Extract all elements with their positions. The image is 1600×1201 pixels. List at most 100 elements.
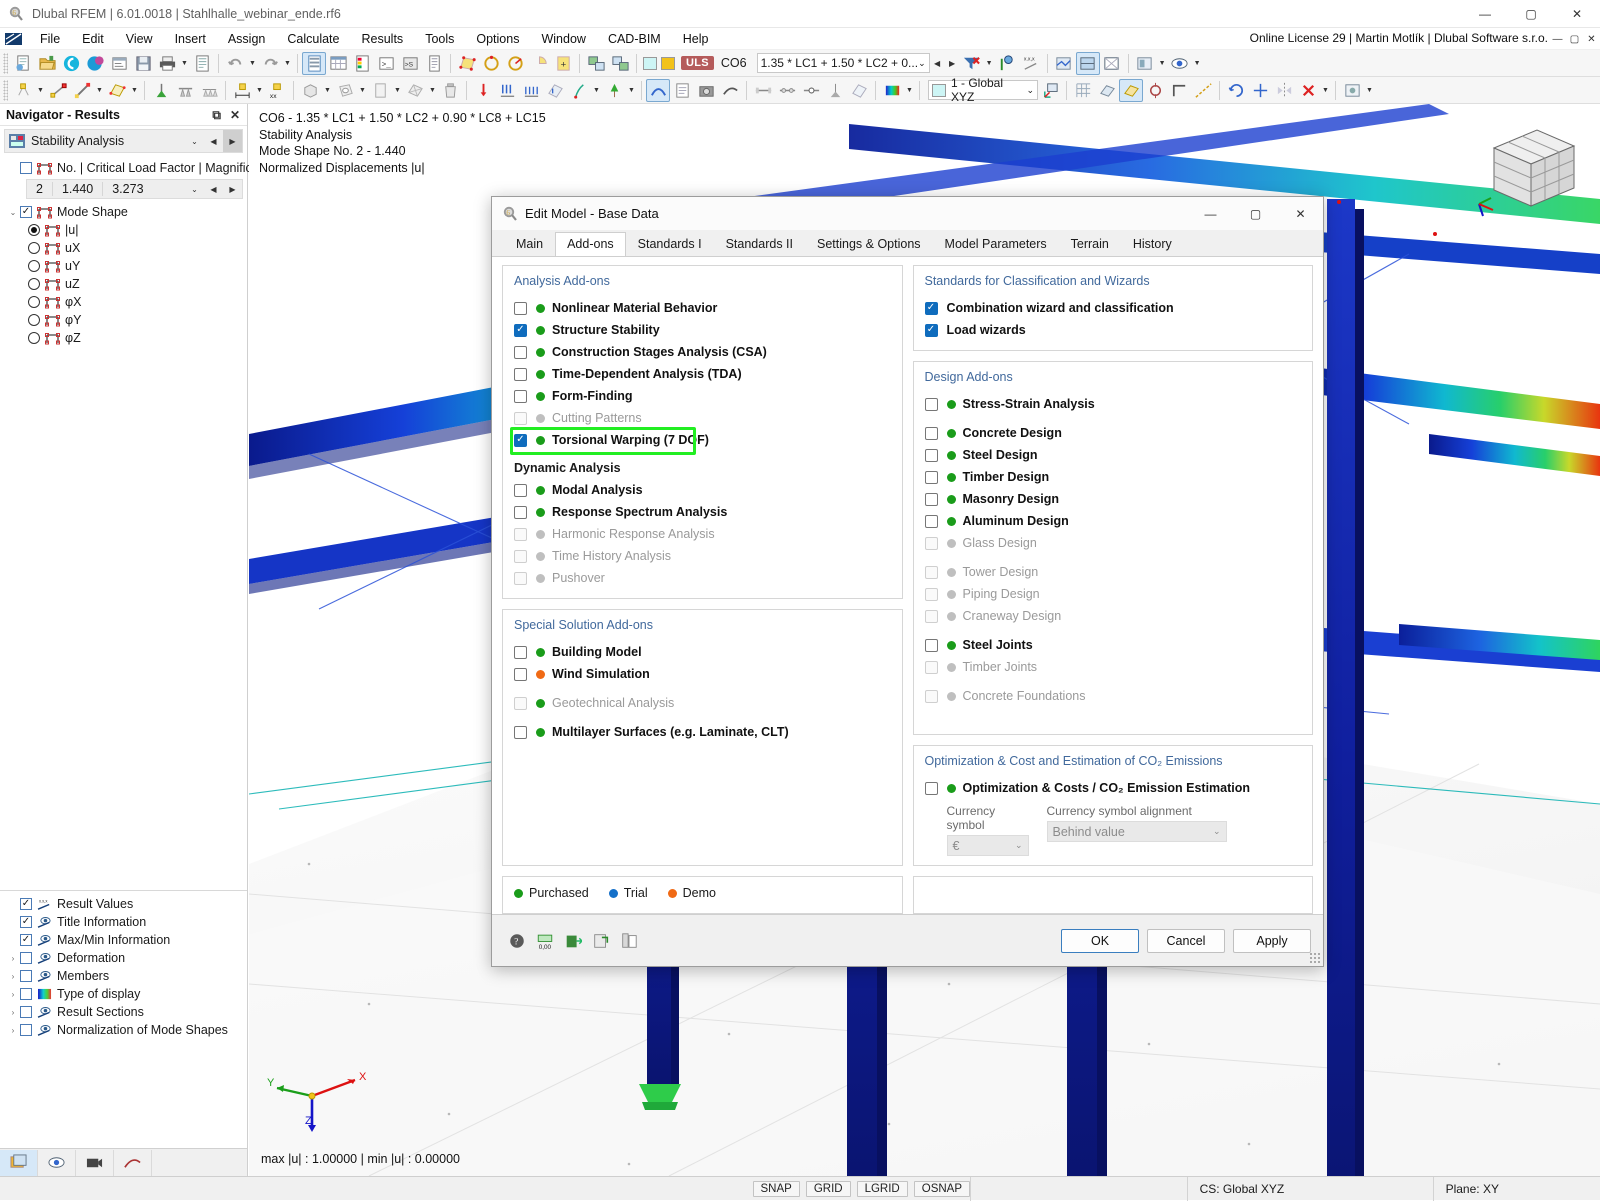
new-node-icon[interactable]: [11, 79, 35, 102]
chevron-right-icon[interactable]: ›: [6, 1026, 20, 1035]
line-load-icon[interactable]: [519, 79, 543, 102]
nodal-support-icon[interactable]: [149, 79, 173, 102]
mdi-restore-button[interactable]: ▢: [1566, 28, 1583, 50]
print-icon[interactable]: [155, 52, 179, 75]
member-hinge-icon[interactable]: [799, 79, 823, 102]
status-button-grid[interactable]: GRID: [806, 1181, 851, 1197]
ok-button[interactable]: OK: [1061, 929, 1139, 953]
display-option-checkbox[interactable]: [20, 1006, 32, 1018]
select-sector-icon[interactable]: [527, 52, 551, 75]
menu-item-insert[interactable]: Insert: [164, 30, 217, 48]
chevron-down-icon[interactable]: ⌄: [918, 58, 926, 69]
undo-dropdown-icon[interactable]: ▼: [247, 52, 258, 75]
mode-component-row-4[interactable]: φX: [0, 293, 247, 311]
cell-dropdown-icon[interactable]: ▼: [392, 79, 403, 102]
menu-item-cad-bim[interactable]: CAD-BIM: [597, 30, 672, 48]
load-case-prev-icon[interactable]: ◀: [930, 52, 945, 75]
solid-icon[interactable]: [298, 79, 322, 102]
select-plus-icon[interactable]: +: [551, 52, 575, 75]
tab-standards-i[interactable]: Standards I: [626, 232, 714, 256]
tab-add-ons[interactable]: Add-ons: [555, 232, 626, 256]
display-option-checkbox[interactable]: ✓: [20, 916, 32, 928]
cancel-button[interactable]: Cancel: [1147, 929, 1225, 953]
display-option-checkbox[interactable]: [20, 952, 32, 964]
new-member-icon[interactable]: [70, 79, 94, 102]
console-panel-icon[interactable]: >_: [374, 52, 398, 75]
addon-checkbox[interactable]: [514, 726, 527, 739]
tree-row-mode-shape[interactable]: ⌄ ✓ Mode Shape: [0, 203, 247, 221]
mode-component-row-6[interactable]: φZ: [0, 329, 247, 347]
display-option-checkbox[interactable]: ✓: [20, 898, 32, 910]
tab-settings-options[interactable]: Settings & Options: [805, 232, 933, 256]
settings-icon[interactable]: [1340, 79, 1364, 102]
tab-history[interactable]: History: [1121, 232, 1184, 256]
mode-component-radio[interactable]: [28, 296, 40, 308]
open-folder-icon[interactable]: [35, 52, 59, 75]
export-icon[interactable]: [588, 929, 613, 953]
osnap-icon[interactable]: [1143, 79, 1167, 102]
ortho-icon[interactable]: [1167, 79, 1191, 102]
mode-component-radio[interactable]: [28, 332, 40, 344]
mode-component-radio[interactable]: [28, 278, 40, 290]
work-plane-icon[interactable]: [1095, 79, 1119, 102]
addon-checkbox[interactable]: [514, 668, 527, 681]
navigator-tab-results-icon[interactable]: [114, 1150, 152, 1176]
visibility-icon[interactable]: [1168, 52, 1192, 75]
display-option-checkbox[interactable]: [20, 970, 32, 982]
currency-alignment-select[interactable]: Behind value ⌄: [1047, 821, 1227, 842]
list-panel-icon[interactable]: [422, 52, 446, 75]
addon-row-steel-joints[interactable]: Steel Joints: [925, 634, 1302, 656]
guideline-icon[interactable]: [1191, 79, 1215, 102]
display-option-row-6[interactable]: ›Result Sections: [0, 1003, 247, 1021]
dialog-minimize-button[interactable]: —: [1188, 197, 1233, 230]
printout-report-icon[interactable]: [190, 52, 214, 75]
display-option-checkbox[interactable]: [20, 988, 32, 1000]
redo-icon[interactable]: [258, 52, 282, 75]
help-icon[interactable]: ?: [504, 929, 529, 953]
addon-checkbox[interactable]: [925, 639, 938, 652]
print-dropdown-icon[interactable]: ▼: [179, 52, 190, 75]
chevron-right-icon[interactable]: ›: [6, 1008, 20, 1017]
mirror-icon[interactable]: [1272, 79, 1296, 102]
apply-button[interactable]: Apply: [1233, 929, 1311, 953]
close-view-dropdown-icon[interactable]: ▼: [1320, 79, 1331, 102]
addon-checkbox[interactable]: [925, 493, 938, 506]
navigator-panel-icon[interactable]: [302, 52, 326, 75]
chevron-down-icon-tree[interactable]: ⌄: [6, 208, 20, 217]
opening-dropdown-icon[interactable]: ▼: [357, 79, 368, 102]
display-option-row-7[interactable]: ›Normalization of Mode Shapes: [0, 1021, 247, 1039]
addon-checkbox[interactable]: [925, 515, 938, 528]
display-option-row-1[interactable]: ✓Title Information: [0, 913, 247, 931]
mesh-dropdown-icon[interactable]: ▼: [427, 79, 438, 102]
menu-item-file[interactable]: File: [29, 30, 71, 48]
filter-dropdown-icon[interactable]: ▼: [984, 52, 995, 75]
menu-item-view[interactable]: View: [115, 30, 164, 48]
mode-component-radio[interactable]: [28, 242, 40, 254]
addon-checkbox[interactable]: [925, 427, 938, 440]
imperfection-icon[interactable]: [567, 79, 591, 102]
addon-checkbox[interactable]: [514, 484, 527, 497]
load-combination-combobox[interactable]: 1.35 * LC1 + 1.50 * LC2 + 0... ⌄: [757, 53, 930, 73]
work-plane2-icon[interactable]: [1119, 79, 1143, 102]
mode-shape-checkbox[interactable]: ✓: [20, 206, 32, 218]
select-circle-icon[interactable]: [479, 52, 503, 75]
addon-row-response-spectrum-analysis[interactable]: Response Spectrum Analysis: [514, 501, 891, 523]
chevron-down-icon-cs[interactable]: ⌄: [1026, 85, 1034, 96]
select-area-icon[interactable]: [455, 52, 479, 75]
addon-row-nonlinear-material-behavior[interactable]: Nonlinear Material Behavior: [514, 297, 891, 319]
menu-item-tools[interactable]: Tools: [414, 30, 465, 48]
addon-checkbox[interactable]: [925, 302, 938, 315]
toolbar-grip-2[interactable]: [3, 80, 8, 101]
rotate-view-icon[interactable]: [1224, 79, 1248, 102]
navigator-close-icon[interactable]: ✕: [230, 108, 240, 122]
cs-edit-icon[interactable]: [1038, 79, 1062, 102]
import-icon[interactable]: [560, 929, 585, 953]
menu-item-help[interactable]: Help: [672, 30, 720, 48]
window-minimize-button[interactable]: —: [1462, 0, 1508, 28]
color-panel-icon[interactable]: [350, 52, 374, 75]
navigator-combo-prev-icon[interactable]: ◀: [204, 130, 223, 152]
new-line-icon[interactable]: [46, 79, 70, 102]
addon-row-building-model[interactable]: Building Model: [514, 641, 891, 663]
undo-icon[interactable]: [223, 52, 247, 75]
surface-load-icon[interactable]: [543, 79, 567, 102]
